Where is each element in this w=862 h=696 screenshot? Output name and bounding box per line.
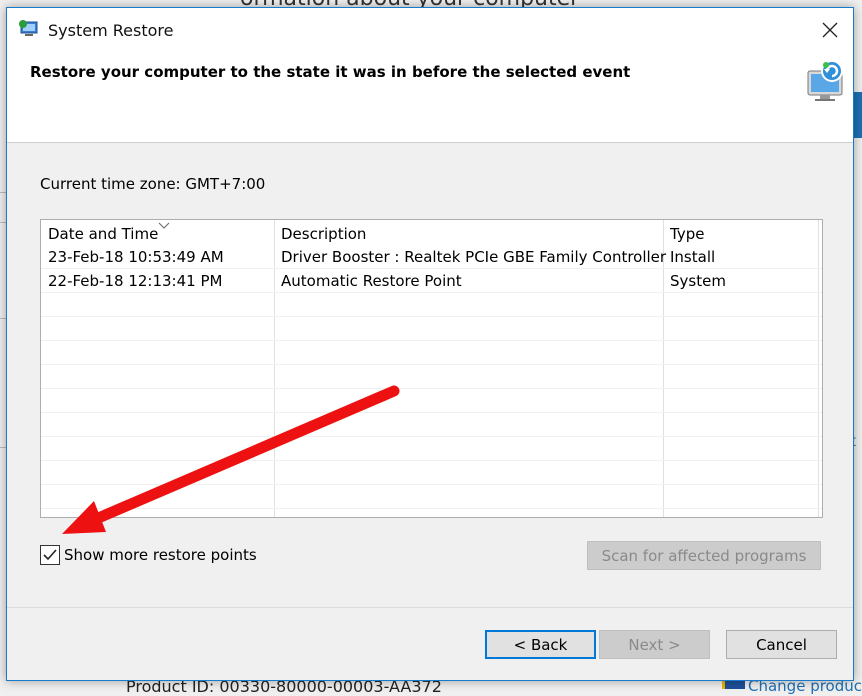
table-header: Date and Time Description Type (41, 220, 822, 246)
table-body: 23-Feb-18 10:53:49 AM Driver Booster : R… (41, 245, 822, 509)
empty-row (41, 437, 822, 461)
background-accent-bar (854, 92, 862, 138)
header-panel: Restore your computer to the state it wa… (7, 52, 853, 143)
column-header-description[interactable]: Description (281, 225, 366, 243)
title-bar[interactable]: System Restore (7, 8, 853, 52)
footer-divider (7, 607, 853, 608)
empty-row (41, 485, 822, 509)
table-row[interactable]: 22-Feb-18 12:13:41 PM Automatic Restore … (41, 269, 822, 293)
table-row[interactable]: 23-Feb-18 10:53:49 AM Driver Booster : R… (41, 245, 822, 269)
column-header-date-label: Date and Time (48, 225, 159, 243)
window-title: System Restore (48, 21, 174, 40)
cell-description: Automatic Restore Point (281, 272, 462, 290)
back-button[interactable]: < Back (485, 630, 596, 659)
page-title: Restore your computer to the state it wa… (30, 63, 631, 81)
empty-row (41, 341, 822, 365)
system-restore-dialog: System Restore Restore your computer to … (6, 7, 854, 681)
cell-type: System (670, 272, 726, 290)
cell-date: 23-Feb-18 10:53:49 AM (48, 248, 224, 266)
timezone-label: Current time zone: GMT+7:00 (40, 175, 266, 193)
empty-row (41, 389, 822, 413)
cancel-button[interactable]: Cancel (726, 630, 837, 659)
cell-description: Driver Booster : Realtek PCIe GBE Family… (281, 248, 667, 266)
show-more-checkbox[interactable] (40, 545, 60, 565)
empty-row (41, 365, 822, 389)
scan-affected-programs-button[interactable]: Scan for affected programs (587, 541, 821, 570)
restore-points-table: Date and Time Description Type 23-Feb-18… (40, 219, 823, 518)
empty-row (41, 413, 822, 437)
cell-type: Install (670, 248, 716, 266)
cell-date: 22-Feb-18 12:13:41 PM (48, 272, 223, 290)
close-icon (822, 22, 838, 38)
close-button[interactable] (807, 8, 853, 52)
show-more-label: Show more restore points (64, 546, 257, 564)
column-header-type[interactable]: Type (670, 225, 704, 243)
empty-row (41, 317, 822, 341)
next-button[interactable]: Next > (599, 630, 710, 659)
empty-row (41, 293, 822, 317)
restore-monitor-icon (807, 60, 843, 101)
column-header-date[interactable]: Date and Time (48, 222, 170, 243)
sort-arrow-icon (158, 222, 170, 229)
system-restore-icon (19, 20, 38, 36)
show-more-checkbox-row[interactable]: Show more restore points (40, 545, 257, 565)
empty-row (41, 461, 822, 485)
checkmark-icon (43, 549, 57, 561)
